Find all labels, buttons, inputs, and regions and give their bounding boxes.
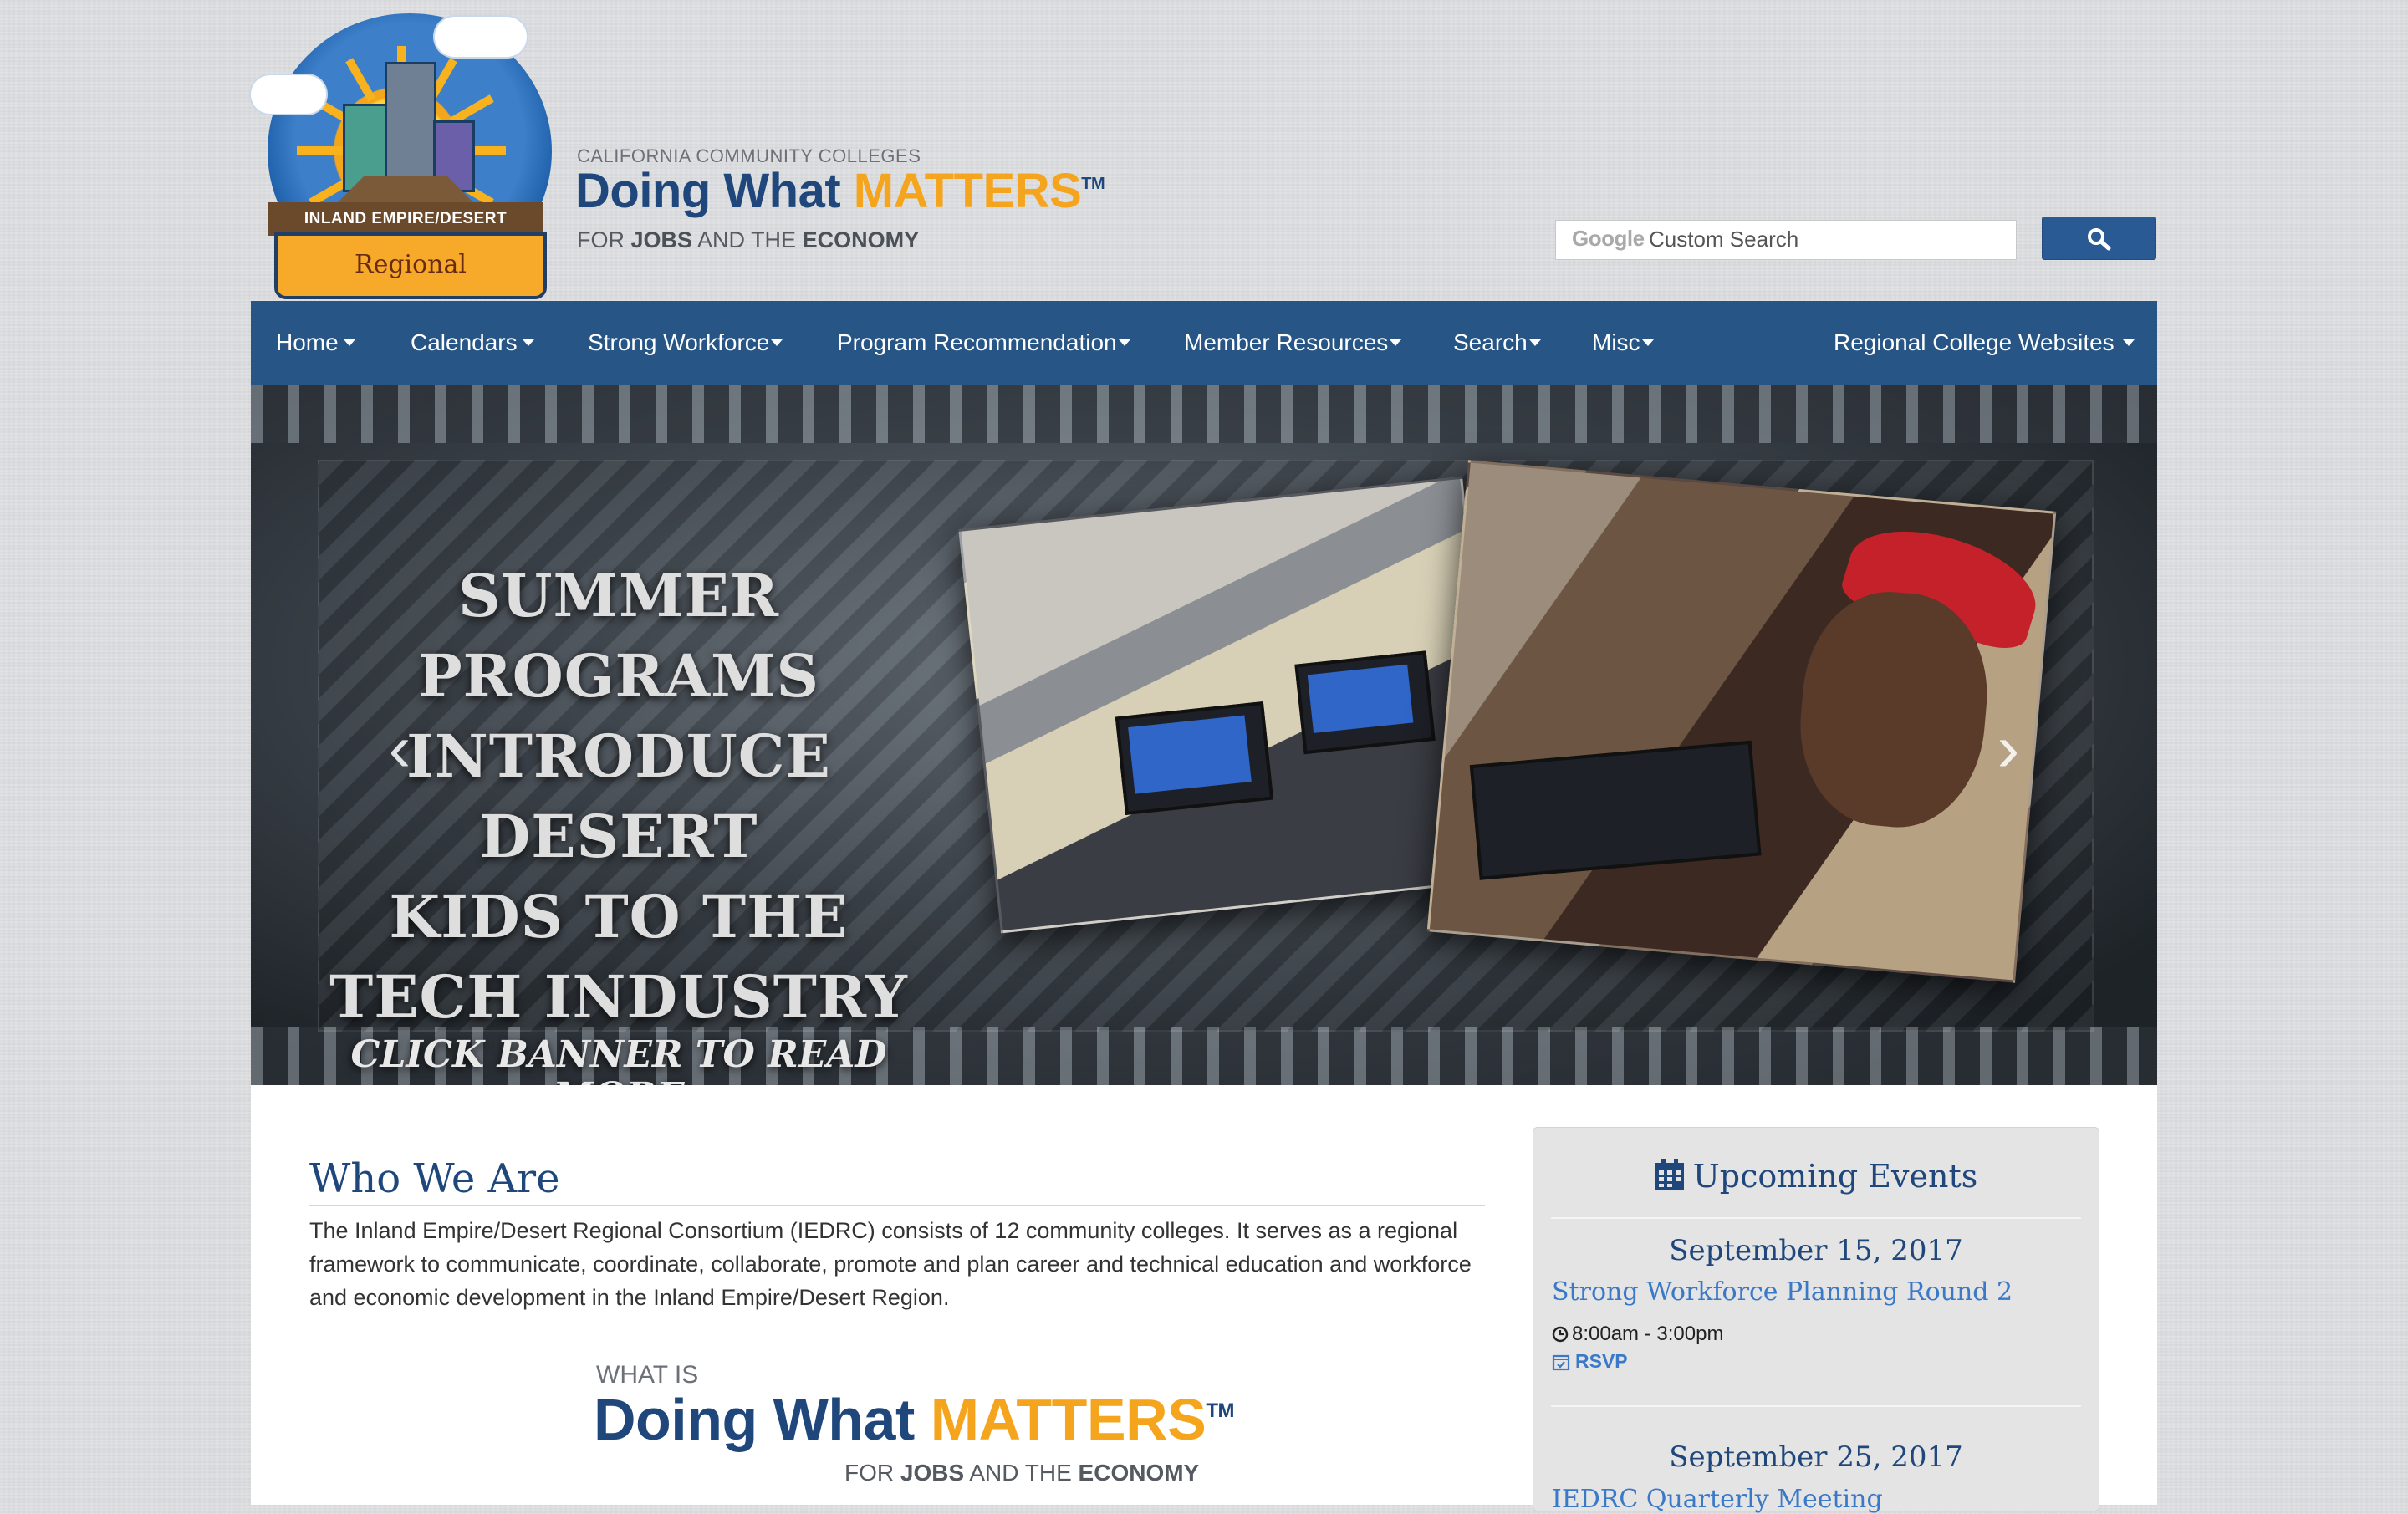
- upcoming-events-title: Upcoming Events: [1692, 1158, 1978, 1195]
- banner-line: KIDS TO THE: [389, 882, 849, 951]
- dwm-promo-title[interactable]: Doing What MATTERSTM: [594, 1386, 1235, 1453]
- what-is-label: WHAT IS: [596, 1361, 699, 1389]
- dwm-and: AND THE: [964, 1460, 1079, 1486]
- nav-strong-workforce[interactable]: Strong Workforce: [588, 301, 783, 385]
- cloud-icon: [251, 75, 326, 114]
- dwm-economy: ECONOMY: [802, 227, 920, 252]
- dwm-economy: ECONOMY: [1078, 1460, 1200, 1486]
- nav-misc-label: Misc: [1592, 329, 1640, 355]
- nav-strong-workforce-label: Strong Workforce: [588, 329, 770, 355]
- banner-line: SUMMER PROGRAMS: [417, 561, 820, 711]
- caret-down-icon: [343, 339, 355, 346]
- nav-calendars-label: Calendars: [411, 329, 518, 355]
- caret-down-icon: [1118, 339, 1130, 346]
- caret-down-icon: [1528, 339, 1541, 346]
- search-icon: [2088, 228, 2111, 251]
- event-link[interactable]: IEDRC Quarterly Meeting: [1552, 1485, 1883, 1514]
- carousel-prev-arrow[interactable]: ‹: [375, 715, 425, 782]
- google-brand-label: Google: [1572, 226, 1645, 251]
- caret-down-icon: [522, 339, 534, 346]
- calendar-icon: [1655, 1159, 1684, 1190]
- main-navbar: Home Calendars Strong Workforce Program …: [251, 301, 2157, 385]
- event-date: September 15, 2017: [1669, 1234, 1963, 1267]
- nav-program-recommendation-label: Program Recommendation: [837, 329, 1117, 355]
- caret-down-icon: [1641, 339, 1654, 346]
- event-date: September 25, 2017: [1669, 1440, 1963, 1474]
- caret-down-icon: [771, 339, 783, 346]
- logo-band-text: INLAND EMPIRE/DESERT: [268, 202, 543, 236]
- nav-member-resources[interactable]: Member Resources: [1184, 301, 1402, 385]
- dwm-promo-tagline: FOR JOBS AND THE ECONOMY: [844, 1460, 1199, 1486]
- upcoming-events-panel: Upcoming Events September 15, 2017 Stron…: [1533, 1127, 2099, 1514]
- nav-misc[interactable]: Misc: [1592, 301, 1654, 385]
- nav-search[interactable]: Search: [1453, 301, 1541, 385]
- search-button[interactable]: [2042, 217, 2156, 260]
- circuit-pins-top: [251, 385, 2157, 443]
- calendar-check-icon: [1552, 1354, 1570, 1371]
- caret-down-icon: [2122, 339, 2135, 346]
- site-logo[interactable]: INLAND EMPIRE/DESERT Regional Consortium: [251, 8, 560, 338]
- nav-regional-college-websites[interactable]: Regional College Websites: [1834, 301, 2135, 385]
- search-placeholder: Custom Search: [1649, 227, 1799, 252]
- event-time: 8:00am - 3:00pm: [1552, 1323, 1723, 1346]
- laptop-image: [1115, 701, 1274, 815]
- main-content: Who We Are The Inland Empire/Desert Regi…: [251, 1085, 2157, 1514]
- caret-down-icon: [1390, 339, 1402, 346]
- hero-carousel[interactable]: SUMMER PROGRAMS INTRODUCE DESERT KIDS TO…: [251, 385, 2157, 1085]
- carousel-next-arrow[interactable]: ›: [1983, 715, 2033, 782]
- nav-home[interactable]: Home: [276, 301, 355, 385]
- dwm-and: AND THE: [692, 227, 803, 252]
- who-we-are-text: The Inland Empire/Desert Regional Consor…: [309, 1218, 1472, 1310]
- who-we-are-heading: Who We Are: [309, 1155, 560, 1202]
- dwm-logo-title[interactable]: Doing What MATTERSTM: [575, 163, 1105, 219]
- logo-plaque-text: Regional Consortium: [274, 232, 547, 338]
- nav-home-label: Home: [276, 329, 339, 355]
- events-divider: [1551, 1217, 2081, 1219]
- event-rsvp-text: RSVP: [1575, 1350, 1628, 1372]
- dwm-doing: Doing What: [575, 164, 854, 218]
- event-rsvp-link[interactable]: RSVP: [1552, 1350, 1628, 1373]
- cloud-icon: [435, 17, 527, 57]
- dwm-matters: MATTERS: [853, 164, 1082, 218]
- events-divider: [1551, 1405, 2081, 1407]
- banner-cta: CLICK BANNER TO READ MORE: [350, 1033, 887, 1086]
- banner-photo-classroom: [958, 476, 1505, 934]
- nav-calendars[interactable]: Calendars: [411, 301, 534, 385]
- dwm-jobs: JOBS: [900, 1460, 965, 1486]
- banner-photo-student: [1426, 460, 2057, 983]
- heading-divider: [309, 1205, 1485, 1206]
- dwm-tm: TM: [1081, 175, 1105, 193]
- dwm-for: FOR: [577, 227, 631, 252]
- dwm-for: FOR: [844, 1460, 900, 1486]
- dwm-tm: TM: [1206, 1399, 1235, 1422]
- dwm-tagline: FOR JOBS AND THE ECONOMY: [577, 227, 919, 253]
- laptop-image: [1294, 650, 1436, 755]
- event-time-text: 8:00am - 3:00pm: [1572, 1323, 1724, 1345]
- dwm-doing: Doing What: [594, 1387, 931, 1452]
- building-icon: [385, 62, 436, 192]
- nav-member-resources-label: Member Resources: [1184, 329, 1389, 355]
- dwm-jobs: JOBS: [630, 227, 693, 252]
- nav-regional-label: Regional College Websites: [1834, 329, 2115, 355]
- dwm-matters: MATTERS: [930, 1387, 1207, 1452]
- nav-search-label: Search: [1453, 329, 1528, 355]
- event-link[interactable]: Strong Workforce Planning Round 2: [1552, 1277, 2013, 1307]
- laptop-image: [1469, 740, 1762, 880]
- banner-line: TECH INDUSTRY: [329, 962, 908, 1032]
- upcoming-events-heading: Upcoming Events: [1533, 1158, 2099, 1195]
- nav-program-recommendation[interactable]: Program Recommendation: [837, 301, 1130, 385]
- banner-headline[interactable]: SUMMER PROGRAMS INTRODUCE DESERT KIDS TO…: [284, 556, 953, 1085]
- clock-icon: [1552, 1326, 1569, 1343]
